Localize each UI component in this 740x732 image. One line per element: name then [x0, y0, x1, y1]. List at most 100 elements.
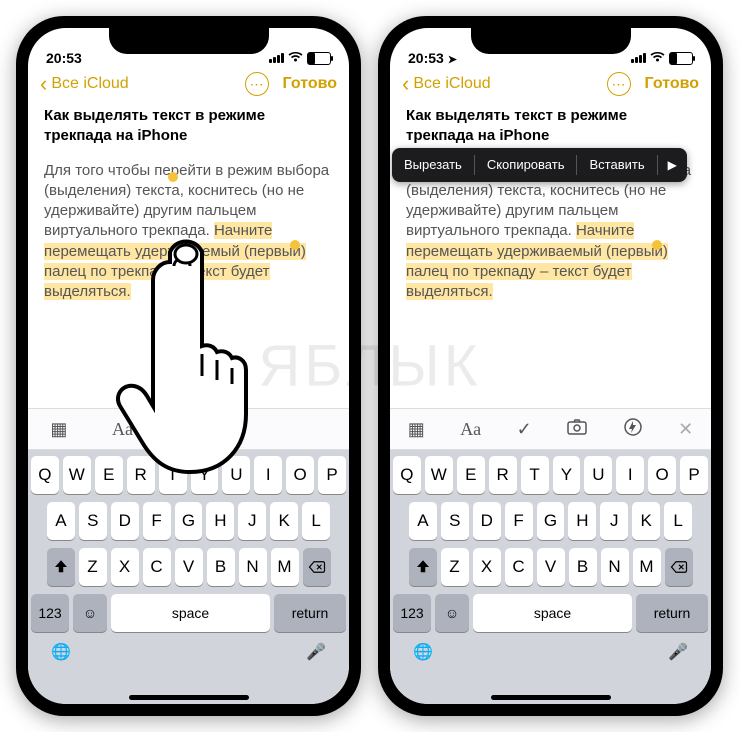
notch: [109, 28, 269, 54]
key-c[interactable]: C: [143, 548, 171, 586]
battery-icon: [669, 52, 693, 65]
screen: 20:53 ‹ Все iCloud ⋯ Готово: [28, 28, 349, 704]
key-j[interactable]: J: [600, 502, 628, 540]
key-k[interactable]: K: [270, 502, 298, 540]
key-w[interactable]: W: [425, 456, 453, 494]
key-j[interactable]: J: [238, 502, 266, 540]
return-key[interactable]: return: [274, 594, 346, 632]
key-y[interactable]: Y: [553, 456, 581, 494]
key-g[interactable]: G: [175, 502, 203, 540]
emoji-key[interactable]: ☺: [435, 594, 469, 632]
key-x[interactable]: X: [473, 548, 501, 586]
globe-key[interactable]: 🌐: [413, 642, 433, 662]
done-button[interactable]: Готово: [645, 75, 699, 93]
key-m[interactable]: M: [271, 548, 299, 586]
key-n[interactable]: N: [239, 548, 267, 586]
key-k[interactable]: K: [632, 502, 660, 540]
table-icon[interactable]: ▦: [50, 419, 67, 440]
key-h[interactable]: H: [206, 502, 234, 540]
key-c[interactable]: C: [505, 548, 533, 586]
numbers-key[interactable]: 123: [31, 594, 69, 632]
key-l[interactable]: L: [664, 502, 692, 540]
key-b[interactable]: B: [569, 548, 597, 586]
key-w[interactable]: W: [63, 456, 91, 494]
back-button[interactable]: ‹ Все iCloud: [402, 73, 491, 95]
key-h[interactable]: H: [568, 502, 596, 540]
camera-icon[interactable]: [567, 419, 587, 440]
key-v[interactable]: V: [175, 548, 203, 586]
key-i[interactable]: I: [616, 456, 644, 494]
note-body-plain: Для того чтобы перейти в режим выбора (в…: [44, 162, 329, 240]
key-r[interactable]: R: [489, 456, 517, 494]
key-m[interactable]: M: [633, 548, 661, 586]
key-q[interactable]: Q: [31, 456, 59, 494]
wifi-icon: [288, 50, 303, 66]
key-a[interactable]: A: [409, 502, 437, 540]
key-a[interactable]: A: [47, 502, 75, 540]
hand-illustration: [112, 238, 262, 483]
key-o[interactable]: O: [648, 456, 676, 494]
table-icon[interactable]: ▦: [408, 419, 425, 440]
key-o[interactable]: O: [286, 456, 314, 494]
dictation-key[interactable]: 🎤: [668, 642, 688, 662]
paste-button[interactable]: Вставить: [577, 148, 656, 182]
home-indicator[interactable]: [491, 695, 611, 700]
key-e[interactable]: E: [457, 456, 485, 494]
backspace-key[interactable]: [303, 548, 331, 586]
more-button[interactable]: ⋯: [245, 72, 269, 96]
key-t[interactable]: T: [521, 456, 549, 494]
key-g[interactable]: G: [537, 502, 565, 540]
dictation-key[interactable]: 🎤: [306, 642, 326, 662]
note-title: Как выделять текст в режиме трекпада на …: [406, 106, 695, 147]
numbers-key[interactable]: 123: [393, 594, 431, 632]
selection-handle-end[interactable]: [652, 240, 662, 250]
status-time: 20:53: [408, 50, 444, 66]
key-n[interactable]: N: [601, 548, 629, 586]
done-button[interactable]: Готово: [283, 75, 337, 93]
return-key[interactable]: return: [636, 594, 708, 632]
key-d[interactable]: D: [473, 502, 501, 540]
format-button[interactable]: Aa: [460, 419, 481, 440]
backspace-key[interactable]: [665, 548, 693, 586]
key-z[interactable]: Z: [441, 548, 469, 586]
key-b[interactable]: B: [207, 548, 235, 586]
edit-menu: Вырезать Скопировать Вставить ▶: [392, 148, 687, 182]
key-l[interactable]: L: [302, 502, 330, 540]
globe-key[interactable]: 🌐: [51, 642, 71, 662]
checklist-icon[interactable]: ✓: [517, 419, 532, 440]
space-key[interactable]: space: [473, 594, 632, 632]
menu-more-icon[interactable]: ▶: [658, 149, 687, 181]
key-v[interactable]: V: [537, 548, 565, 586]
key-f[interactable]: F: [143, 502, 171, 540]
shift-key[interactable]: [409, 548, 437, 586]
more-button[interactable]: ⋯: [607, 72, 631, 96]
nav-bar: ‹ Все iCloud ⋯ Готово: [390, 68, 711, 102]
key-u[interactable]: U: [584, 456, 612, 494]
home-indicator[interactable]: [129, 695, 249, 700]
key-f[interactable]: F: [505, 502, 533, 540]
selection-handle-start[interactable]: [168, 172, 178, 182]
key-s[interactable]: S: [441, 502, 469, 540]
key-x[interactable]: X: [111, 548, 139, 586]
back-label: Все iCloud: [51, 75, 128, 93]
cut-button[interactable]: Вырезать: [392, 148, 474, 182]
key-d[interactable]: D: [111, 502, 139, 540]
copy-button[interactable]: Скопировать: [475, 148, 577, 182]
back-button[interactable]: ‹ Все iCloud: [40, 73, 129, 95]
key-z[interactable]: Z: [79, 548, 107, 586]
key-q[interactable]: Q: [393, 456, 421, 494]
key-s[interactable]: S: [79, 502, 107, 540]
emoji-key[interactable]: ☺: [73, 594, 107, 632]
signal-icon: [631, 53, 646, 63]
space-key[interactable]: space: [111, 594, 270, 632]
selection-handle-end[interactable]: [290, 240, 300, 250]
location-icon: ➤: [448, 54, 457, 66]
shift-key[interactable]: [47, 548, 75, 586]
markup-icon[interactable]: [623, 417, 643, 442]
screen: 20:53 ➤ ‹ Все iCloud ⋯ Го: [390, 28, 711, 704]
key-p[interactable]: P: [680, 456, 708, 494]
note-content[interactable]: Как выделять текст в режиме трекпада на …: [390, 102, 711, 302]
close-toolbar-icon[interactable]: ✕: [678, 419, 693, 440]
key-p[interactable]: P: [318, 456, 346, 494]
keyboard: QWERTYUIOP ASDFGHJKL ZXCVBNM 123 ☺ space…: [390, 450, 711, 704]
